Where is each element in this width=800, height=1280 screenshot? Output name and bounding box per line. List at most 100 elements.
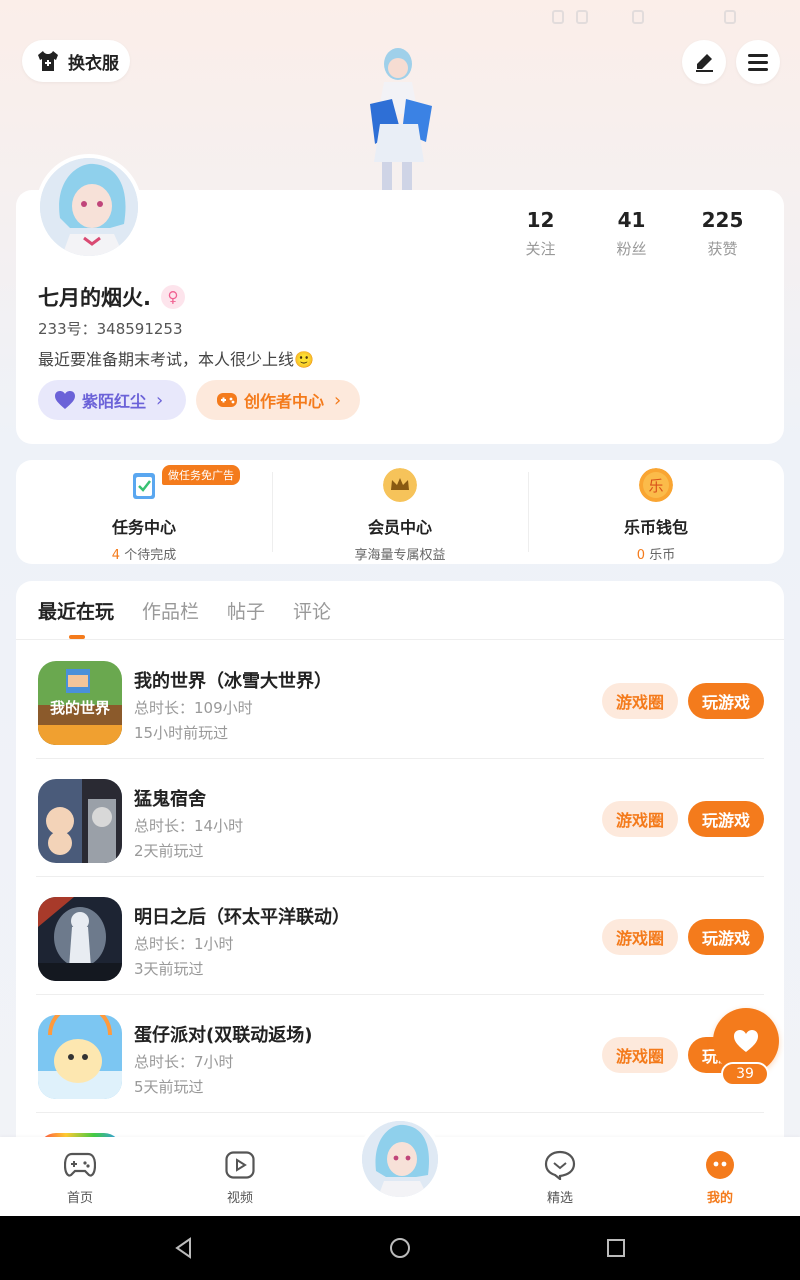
game-name: 猛鬼宿舍 — [134, 789, 206, 810]
nav-featured[interactable]: 精选 — [520, 1149, 600, 1206]
likes-count: 225 — [701, 208, 744, 232]
member-center-sub: 享海量专属权益 — [354, 548, 446, 563]
game-icon-lifeafter — [38, 897, 122, 981]
avatar-image — [40, 158, 138, 256]
female-icon: ♀ — [160, 285, 185, 309]
heart-icon — [734, 1030, 758, 1052]
nav-home-label: 首页 — [66, 1191, 93, 1206]
recents-icon[interactable] — [604, 1236, 628, 1260]
ad-free-badge: 做任务免广告 — [162, 465, 240, 485]
game-playtime: 总时长：109小时 — [134, 699, 253, 717]
list-item[interactable]: 蛋仔派对(双联动返场) 总时长：7小时 5天前玩过 游戏圈 玩游戏 — [36, 995, 784, 1113]
face-icon — [706, 1151, 734, 1179]
following-count: 12 — [526, 208, 555, 232]
nav-mine[interactable]: 我的 — [680, 1149, 760, 1206]
likes-label: 获赞 — [707, 240, 738, 258]
divider — [16, 639, 784, 640]
game-playtime: 总时长：7小时 — [134, 1053, 234, 1071]
shirt-icon — [38, 51, 58, 71]
profile-tabs: 最近在玩 作品栏 帖子 评论 — [38, 597, 359, 639]
chevron-right-icon: › — [334, 389, 342, 411]
game-name: 明日之后（环太平洋联动） — [134, 907, 350, 928]
nickname-row: 七月的烟火. ♀ — [38, 282, 185, 312]
nav-video[interactable]: 视频 — [200, 1149, 280, 1206]
guild-label: 紫陌红尘 — [82, 392, 147, 411]
wifi-icon — [632, 10, 644, 24]
notification-icon — [576, 10, 588, 24]
nav-home[interactable]: 首页 — [40, 1149, 120, 1206]
tab-recently-played[interactable]: 最近在玩 — [38, 597, 114, 639]
task-center[interactable]: 做任务免广告 任务中心 4 个待完成 — [16, 460, 272, 564]
gamepad-icon — [217, 393, 237, 407]
coin-wallet[interactable]: 乐 乐币钱包 0 乐币 — [528, 460, 784, 564]
avatar-image — [362, 1121, 438, 1197]
play-game-button[interactable]: 玩游戏 — [688, 801, 764, 837]
game-circle-button[interactable]: 游戏圈 — [602, 801, 678, 837]
user-bio: 最近要准备期末考试，本人很少上线🙂 — [38, 350, 314, 369]
game-circle-button[interactable]: 游戏圈 — [602, 683, 678, 719]
pending-count: 4 — [111, 548, 121, 563]
status-bar — [0, 0, 800, 34]
game-last-played: 2天前玩过 — [134, 842, 204, 860]
home-icon[interactable] — [388, 1236, 412, 1260]
coin-suffix: 乐币 — [645, 548, 676, 563]
game-circle-button[interactable]: 游戏圈 — [602, 919, 678, 955]
followers-label: 粉丝 — [616, 240, 647, 258]
game-last-played: 3天前玩过 — [134, 960, 204, 978]
list-item[interactable]: 我的世界 我的世界（冰雪大世界） 总时长：109小时 15小时前玩过 游戏圈 玩… — [36, 641, 784, 759]
game-name: 我的世界（冰雪大世界） — [134, 671, 332, 692]
coin-count: 0 — [636, 548, 646, 563]
tab-comments[interactable]: 评论 — [293, 597, 331, 624]
edit-profile-button[interactable] — [682, 40, 726, 84]
like-count-badge: 39 — [721, 1062, 769, 1086]
heart-icon — [55, 391, 75, 409]
game-circle-button[interactable]: 游戏圈 — [602, 1037, 678, 1073]
nav-featured-label: 精选 — [546, 1191, 573, 1206]
svg-text:乐: 乐 — [648, 477, 663, 495]
pending-suffix: 个待完成 — [120, 548, 177, 563]
play-game-button[interactable]: 玩游戏 — [688, 919, 764, 955]
svg-text:我的世界: 我的世界 — [50, 699, 110, 717]
followers-stat[interactable]: 41 粉丝 — [586, 208, 677, 259]
member-center-title: 会员中心 — [367, 518, 432, 537]
coin-wallet-sub: 0 乐币 — [528, 544, 784, 563]
avatar-figure[interactable] — [340, 44, 450, 194]
heart-chat-icon — [544, 1150, 576, 1180]
game-last-played: 5天前玩过 — [134, 1078, 204, 1096]
list-item[interactable]: 明日之后（环太平洋联动） 总时长：1小时 3天前玩过 游戏圈 玩游戏 — [36, 877, 784, 995]
back-icon[interactable] — [172, 1236, 196, 1260]
creator-center-label: 创作者中心 — [244, 392, 325, 411]
change-outfit-label: 换衣服 — [68, 53, 119, 74]
followers-count: 41 — [617, 208, 646, 232]
game-last-played: 15小时前玩过 — [134, 724, 229, 742]
guild-button[interactable]: 紫陌红尘 › — [38, 380, 186, 420]
game-playtime: 总时长：14小时 — [134, 817, 244, 835]
creator-center-button[interactable]: 创作者中心 › — [196, 380, 360, 420]
following-label: 关注 — [525, 240, 556, 258]
following-stat[interactable]: 12 关注 — [495, 208, 586, 259]
member-center[interactable]: 会员中心 享海量专属权益 — [272, 460, 528, 564]
crown-icon — [383, 468, 417, 502]
coin-icon: 乐 — [639, 468, 673, 502]
chevron-right-icon: › — [156, 389, 164, 411]
game-name: 蛋仔派对(双联动返场) — [134, 1025, 313, 1046]
likes-stat[interactable]: 225 获赞 — [677, 208, 768, 259]
tab-posts[interactable]: 帖子 — [227, 597, 265, 624]
gamepad-icon — [64, 1152, 96, 1177]
notification-icon — [552, 10, 564, 24]
task-center-title: 任务中心 — [111, 518, 176, 537]
services-card: 做任务免广告 任务中心 4 个待完成 会员中心 享海量专属权益 乐 乐币钱包 0… — [16, 460, 784, 564]
nickname: 七月的烟火. — [38, 286, 151, 310]
coin-wallet-title: 乐币钱包 — [623, 518, 688, 537]
list-item[interactable]: 猛鬼宿舍 总时长：14小时 2天前玩过 游戏圈 玩游戏 — [36, 759, 784, 877]
battery-icon — [724, 10, 736, 24]
avatar[interactable] — [36, 154, 142, 260]
tab-works[interactable]: 作品栏 — [142, 597, 199, 624]
menu-button[interactable] — [736, 40, 780, 84]
change-outfit-button[interactable]: 换衣服 — [22, 40, 130, 82]
play-game-button[interactable]: 玩游戏 — [688, 683, 764, 719]
center-avatar-button[interactable] — [358, 1117, 442, 1201]
system-nav-bar — [0, 1216, 800, 1280]
task-center-sub: 4 个待完成 — [16, 544, 272, 563]
hamburger-menu-icon — [748, 54, 768, 71]
